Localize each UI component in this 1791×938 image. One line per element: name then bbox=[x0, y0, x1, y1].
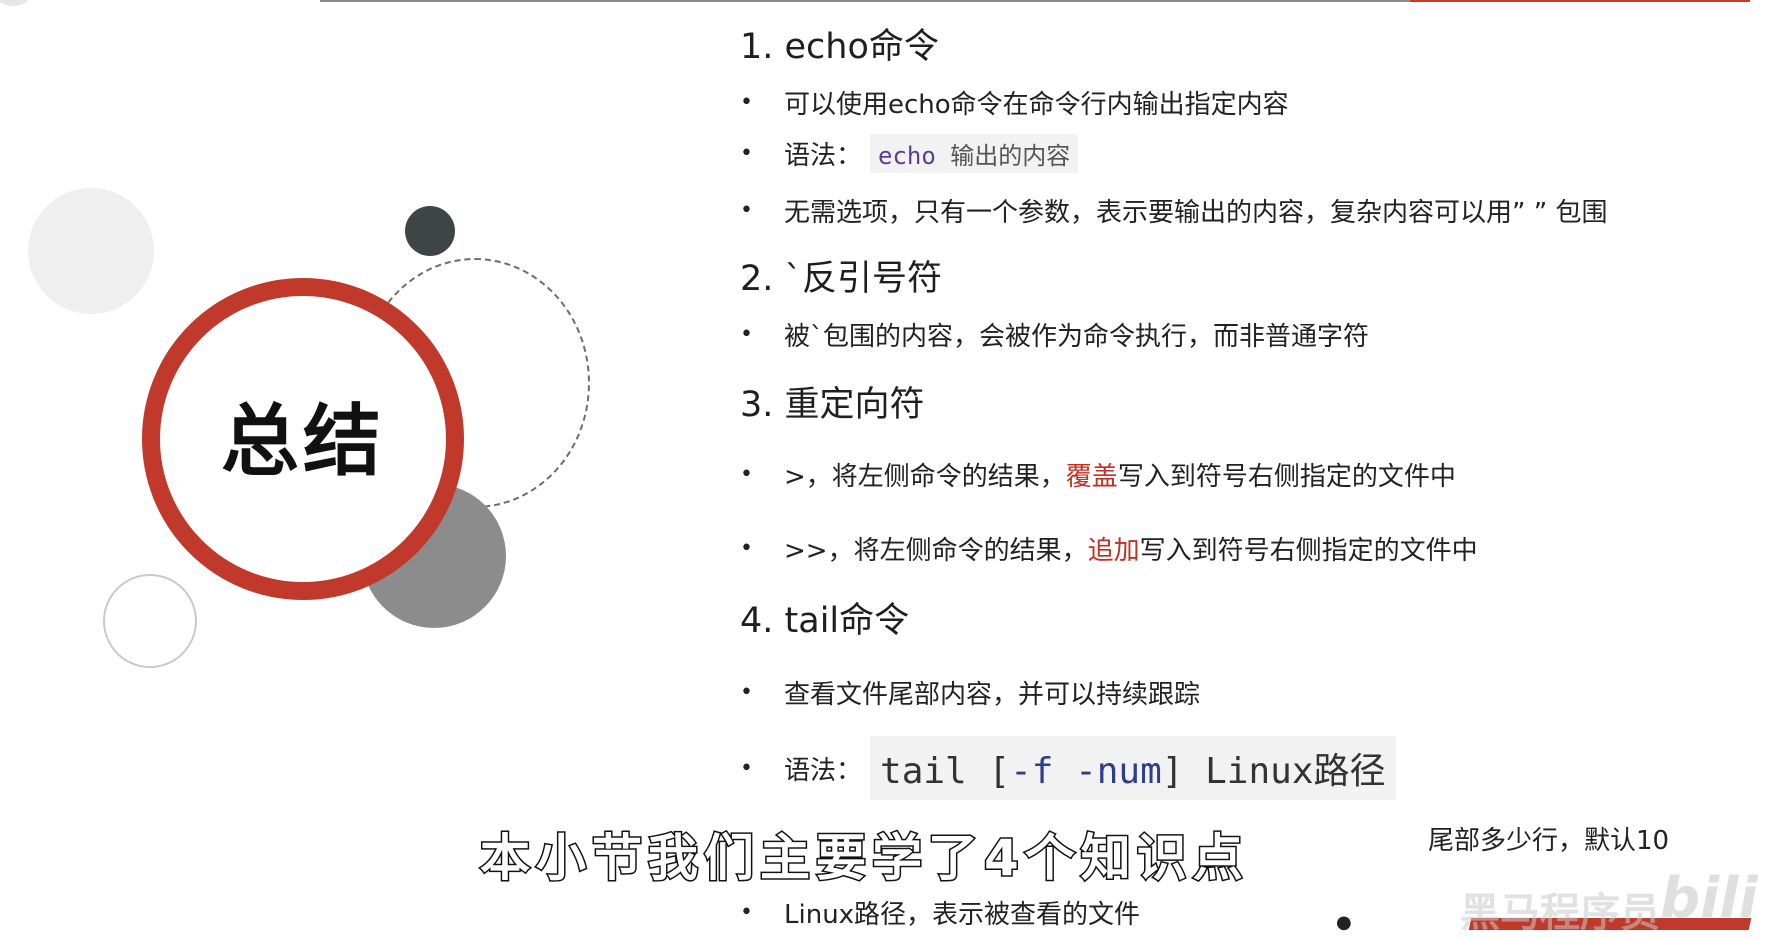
decor-circle-dark bbox=[405, 206, 455, 256]
echo-note: 无需选项，只有一个参数，表示要输出的内容，复杂内容可以用” ” 包围 bbox=[784, 198, 1608, 228]
tail-close: ] Linux路径 bbox=[1161, 751, 1386, 792]
tail-path-note: Linux路径，表示被查看的文件 bbox=[784, 900, 1141, 930]
list-item: • >>，将左侧命令的结果， 追加 写入到符号右侧指定的文件中 bbox=[740, 530, 1478, 567]
echo-keyword: echo bbox=[878, 142, 936, 170]
decor-circle-light bbox=[28, 188, 154, 314]
tail-desc: 查看文件尾部内容，并可以持续跟踪 bbox=[784, 680, 1201, 710]
heading-tail: 4. tail命令 bbox=[740, 601, 910, 641]
list-item: • Linux路径，表示被查看的文件 bbox=[740, 894, 1140, 931]
bullet-icon: • bbox=[740, 198, 753, 223]
overwrite-pre: >，将左侧命令的结果， bbox=[784, 462, 1066, 492]
list-item: • 查看文件尾部内容，并可以持续跟踪 bbox=[740, 674, 1200, 711]
echo-syntax-code: echo 输出的内容 bbox=[870, 134, 1079, 173]
echo-syntax-rest: 输出的内容 bbox=[935, 142, 1071, 170]
list-item: • 被`包围的内容，会被作为命令执行，而非普通字符 bbox=[740, 316, 1369, 353]
tail-options: -f -num bbox=[1010, 751, 1162, 792]
bullet-icon: • bbox=[740, 755, 753, 781]
append-post: 写入到符号右侧指定的文件中 bbox=[1139, 536, 1478, 566]
overwrite-highlight: 覆盖 bbox=[1065, 462, 1118, 492]
decor-circle-outline bbox=[103, 574, 197, 668]
bilibili-logo: bili bbox=[1660, 866, 1758, 931]
tail-syntax-code: tail [-f -num] Linux路径 bbox=[870, 736, 1396, 800]
top-accent-bar bbox=[1410, 0, 1750, 2]
video-subtitle: 本小节我们主要学了4个知识点 bbox=[479, 828, 1249, 889]
watermark-text: 黑马程序员 bbox=[1460, 890, 1660, 936]
bullet-icon: • bbox=[740, 462, 753, 487]
list-item: • 语法： tail [-f -num] Linux路径 bbox=[740, 736, 1396, 800]
heading-redirect: 3. 重定向符 bbox=[740, 385, 925, 425]
summary-ring: 总结 bbox=[142, 278, 464, 600]
backtick-desc: 被`包围的内容，会被作为命令执行，而非普通字符 bbox=[784, 322, 1370, 352]
tail-cmd: tail [ bbox=[880, 751, 1011, 792]
tail-num-note: 尾部多少行，默认10 bbox=[1428, 826, 1670, 856]
bullet-icon: • bbox=[740, 536, 753, 561]
append-pre: >>，将左侧命令的结果， bbox=[784, 536, 1088, 566]
bullet-icon: • bbox=[740, 900, 753, 925]
list-item: • >，将左侧命令的结果， 覆盖 写入到符号右侧指定的文件中 bbox=[740, 456, 1456, 493]
heading-backtick: 2. `反引号符 bbox=[740, 259, 943, 299]
echo-syntax-label: 语法： bbox=[784, 141, 863, 171]
heading-echo: 1. echo命令 bbox=[740, 27, 939, 67]
bullet-icon: • bbox=[740, 90, 753, 115]
bullet-icon: • bbox=[740, 680, 753, 705]
echo-desc: 可以使用echo命令在命令行内输出指定内容 bbox=[784, 90, 1289, 120]
overwrite-post: 写入到符号右侧指定的文件中 bbox=[1117, 462, 1456, 492]
list-item: • 无需选项，只有一个参数，表示要输出的内容，复杂内容可以用” ” 包围 bbox=[740, 192, 1607, 229]
list-item: • 可以使用echo命令在命令行内输出指定内容 bbox=[740, 84, 1289, 121]
bullet-icon: • bbox=[740, 322, 753, 347]
corner-decoration bbox=[0, 0, 36, 6]
list-item: • 语法： echo 输出的内容 bbox=[740, 134, 1079, 173]
append-highlight: 追加 bbox=[1087, 536, 1140, 566]
bullet-icon: • bbox=[740, 141, 753, 166]
tail-syntax-label: 语法： bbox=[784, 755, 863, 786]
summary-title: 总结 bbox=[220, 397, 385, 487]
